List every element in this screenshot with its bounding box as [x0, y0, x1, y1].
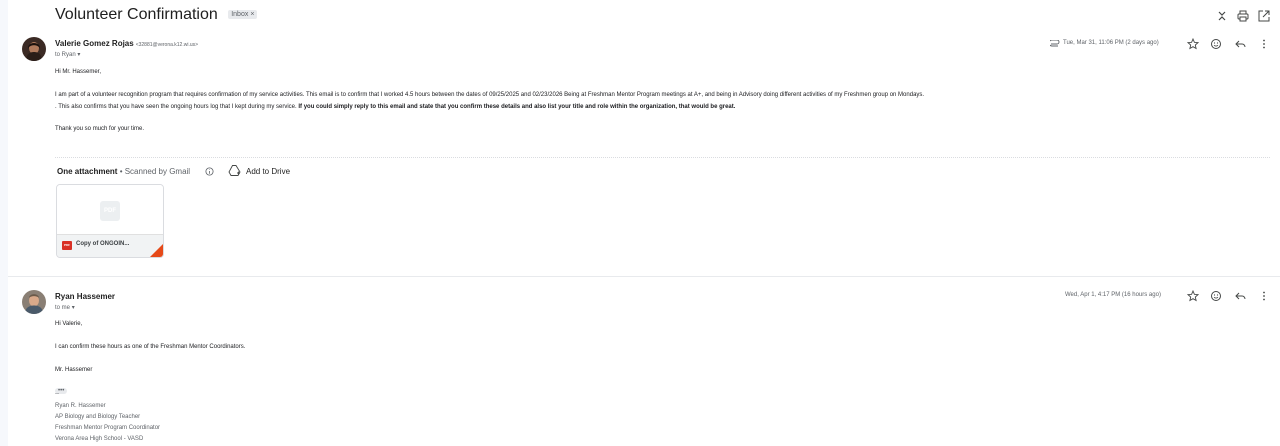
page-fold-corner	[149, 244, 163, 257]
chevron-down-icon[interactable]: ▾	[72, 305, 75, 311]
email-signoff: Mr. Hassemer	[55, 367, 93, 373]
info-icon[interactable]	[205, 167, 214, 176]
print-icon[interactable]	[1236, 9, 1250, 23]
expand-all-icon[interactable]	[1215, 9, 1229, 23]
email-body-line: I can confirm these hours as one of the …	[55, 344, 246, 350]
inbox-label-chip[interactable]: Inbox ×	[228, 10, 258, 19]
pdf-file-icon: PDF	[62, 241, 72, 250]
recipient-details[interactable]: to me ▾	[55, 304, 75, 311]
add-to-drive-link[interactable]: Add to Drive	[246, 167, 290, 176]
sender-email: <32881@verona.k12.wi.us>	[135, 42, 199, 48]
signature-school: Verona Area High School - VASD	[55, 436, 144, 442]
star-icon[interactable]	[1187, 290, 1199, 302]
emoji-react-icon[interactable]	[1210, 290, 1222, 302]
reply-icon[interactable]	[1234, 290, 1246, 302]
more-vert-icon[interactable]	[1258, 290, 1270, 302]
email-greeting: Hi Mr. Hassemer,	[55, 69, 102, 75]
message-date: Tue, Mar 31, 11:06 PM (2 days ago)	[1063, 40, 1159, 46]
email-closing: Thank you so much for your time.	[55, 126, 145, 132]
signature-title: AP Biology and Biology Teacher	[55, 414, 141, 420]
chevron-down-icon[interactable]: ▾	[77, 52, 80, 58]
recipient-details[interactable]: to Ryan ▾	[55, 51, 80, 58]
signature-separator: --	[55, 391, 59, 397]
attachment-card[interactable]: PDF PDF Copy of ONGOIN...	[56, 184, 164, 258]
left-gutter	[0, 0, 8, 446]
pdf-preview-icon: PDF	[100, 201, 120, 221]
message-date: Wed, Apr 1, 4:17 PM (16 hours ago)	[1065, 292, 1161, 298]
emoji-react-icon[interactable]	[1210, 38, 1222, 50]
attachment-footer: PDF Copy of ONGOIN...	[57, 234, 163, 257]
email-paragraph-line: I am part of a volunteer recognition pro…	[55, 92, 925, 98]
add-to-drive-icon[interactable]	[228, 164, 241, 177]
subject-text: Volunteer Confirmation	[55, 6, 218, 23]
more-vert-icon[interactable]	[1258, 38, 1270, 50]
bold-request-text: If you could simply reply to this email …	[298, 104, 736, 110]
email-greeting: Hi Valerie,	[55, 321, 83, 327]
attachment-divider	[55, 157, 1270, 158]
reply-icon[interactable]	[1234, 38, 1246, 50]
avatar[interactable]	[22, 37, 46, 61]
open-new-window-icon[interactable]	[1257, 9, 1271, 23]
attachments-header: One attachment • Scanned by Gmail	[57, 167, 191, 176]
star-icon[interactable]	[1187, 38, 1199, 50]
thread-subject: Volunteer Confirmation Inbox ×	[55, 6, 258, 24]
paperclip-icon	[1050, 40, 1060, 47]
sender-name: Valerie Gomez Rojas <32881@verona.k12.wi.…	[55, 39, 199, 48]
attachment-filename: Copy of ONGOIN...	[76, 241, 130, 247]
email-paragraph-line: . This also confirms that you have seen …	[55, 104, 736, 110]
sender-name: Ryan Hassemer	[55, 292, 116, 301]
message-divider	[8, 276, 1280, 277]
signature-title: Freshman Mentor Program Coordinator	[55, 425, 161, 431]
signature-name: Ryan R. Hassemer	[55, 403, 106, 409]
remove-label-icon[interactable]: ×	[250, 11, 254, 18]
avatar[interactable]	[22, 290, 46, 314]
attachment-preview: PDF	[57, 185, 163, 234]
